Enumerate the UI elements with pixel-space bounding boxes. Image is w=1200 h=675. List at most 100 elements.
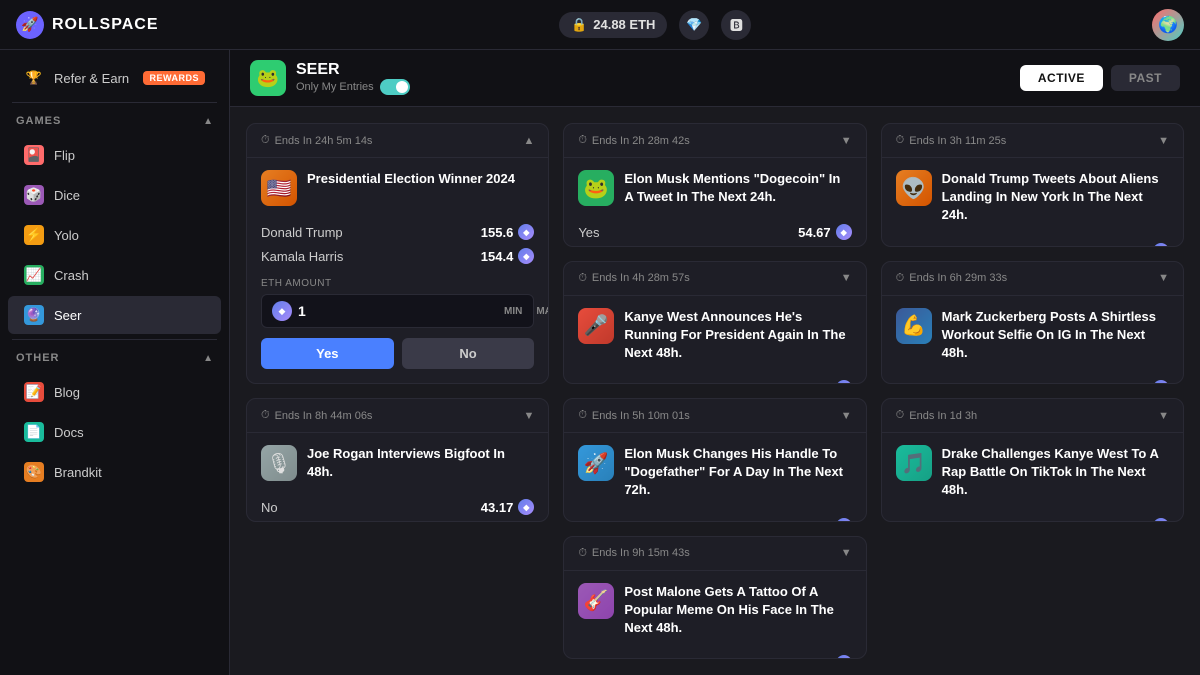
- card2-title-row: 🐸 Elon Musk Mentions "Dogecoin" In A Twe…: [578, 170, 851, 206]
- games-section-header[interactable]: GAMES ▲: [0, 107, 229, 135]
- card5-body: 🚀 Elon Musk Changes His Handle To "Dogef…: [564, 433, 865, 522]
- card9-body: 🎵 Drake Challenges Kanye West To A Rap B…: [882, 433, 1183, 522]
- card6-chevron[interactable]: ▼: [1158, 272, 1169, 284]
- card6-header: ⏱ Ends In 6h 29m 33s ▼: [882, 262, 1183, 296]
- sidebar-item-yolo[interactable]: ⚡ Yolo: [8, 216, 221, 254]
- card9-timer-text: Ends In 1d 3h: [909, 410, 977, 422]
- card6-option-0: Yes 64.21 ◆: [896, 376, 1169, 384]
- card1-opt0-label: Donald Trump: [261, 225, 343, 240]
- card4-avatar: 🎤: [578, 308, 614, 344]
- card4-opt0-label: Yes: [578, 381, 599, 384]
- sidebar: 🏆 Refer & Earn REWARDS GAMES ▲ 🎴 Flip 🎲 …: [0, 50, 230, 675]
- timer-icon-8: ⏱: [578, 547, 587, 560]
- eth-dot-4a: ◆: [836, 380, 852, 384]
- card1-option-0: Donald Trump 155.6 ◆: [261, 220, 534, 244]
- gem-button[interactable]: 💎: [679, 10, 709, 40]
- eth-input-field[interactable]: [298, 303, 494, 319]
- vote-no-button[interactable]: No: [402, 338, 535, 369]
- header: 🚀 ROLLSPACE 🔒 24.88 ETH 💎 🅱 🌍: [0, 0, 1200, 50]
- sidebar-item-seer[interactable]: 🔮 Seer: [8, 296, 221, 334]
- sidebar-item-dice[interactable]: 🎲 Dice: [8, 176, 221, 214]
- card7-timer-text: Ends In 8h 44m 06s: [275, 410, 373, 422]
- eth-dot-1a: ◆: [518, 224, 534, 240]
- card8-title-row: 🎸 Post Malone Gets A Tattoo Of A Popular…: [578, 583, 851, 638]
- logo-icon: 🚀: [16, 11, 44, 39]
- card7-chevron[interactable]: ▼: [523, 410, 534, 422]
- card6-body: 💪 Mark Zuckerberg Posts A Shirtless Work…: [882, 296, 1183, 385]
- seer-icon: 🔮: [24, 305, 44, 325]
- vote-yes-button[interactable]: Yes: [261, 338, 394, 369]
- card2-opt0-num: 54.67: [798, 225, 831, 240]
- card4-chevron[interactable]: ▼: [841, 272, 852, 284]
- card5-title-row: 🚀 Elon Musk Changes His Handle To "Dogef…: [578, 445, 851, 500]
- card9-avatar: 🎵: [896, 445, 932, 481]
- cards-grid: ⏱ Ends In 24h 5m 14s ▲ 🇺🇸 Presidential E…: [230, 107, 1200, 675]
- card-post-malone: ⏱ Ends In 9h 15m 43s ▼ 🎸 Post Malone Get…: [563, 536, 866, 660]
- card3-title: Donald Trump Tweets About Aliens Landing…: [942, 170, 1169, 225]
- card9-chevron[interactable]: ▼: [1158, 410, 1169, 422]
- card7-title-row: 🎙 Joe Rogan Interviews Bigfoot In 48h.: [261, 445, 534, 481]
- card4-timer-text: Ends In 4h 28m 57s: [592, 272, 690, 284]
- sidebar-item-crash[interactable]: 📈 Crash: [8, 256, 221, 294]
- card2-chevron[interactable]: ▼: [841, 135, 852, 147]
- timer-icon-1: ⏱: [261, 134, 270, 147]
- card1-option-1: Kamala Harris 154.4 ◆: [261, 244, 534, 268]
- card3-chevron[interactable]: ▼: [1158, 135, 1169, 147]
- card6-title: Mark Zuckerberg Posts A Shirtless Workou…: [942, 308, 1169, 363]
- min-btn[interactable]: MIN: [500, 304, 526, 319]
- eth-input-icon: ◆: [272, 301, 292, 321]
- card6-opt0-label: Yes: [896, 381, 917, 384]
- other-chevron: ▲: [203, 353, 213, 364]
- other-section-header[interactable]: OTHER ▲: [0, 344, 229, 372]
- blog-icon: 📝: [24, 382, 44, 402]
- header-center: 🔒 24.88 ETH 💎 🅱: [559, 10, 751, 40]
- card1-chevron-up[interactable]: ▲: [523, 135, 534, 147]
- card3-opt0-num: 45.11: [1116, 243, 1148, 246]
- card3-timer-text: Ends In 3h 11m 25s: [909, 135, 1006, 147]
- games-label: GAMES: [16, 115, 61, 127]
- card1-opt0-value: 155.6 ◆: [481, 224, 535, 240]
- card8-chevron[interactable]: ▼: [841, 547, 852, 559]
- card5-avatar: 🚀: [578, 445, 614, 481]
- card8-timer: ⏱ Ends In 9h 15m 43s: [578, 547, 689, 560]
- card8-opt0-num: 73.13: [798, 656, 831, 659]
- card2-timer: ⏱ Ends In 2h 28m 42s: [578, 134, 689, 147]
- tab-past[interactable]: PAST: [1111, 65, 1180, 91]
- other-label: OTHER: [16, 352, 60, 364]
- card4-title-row: 🎤 Kanye West Announces He's Running For …: [578, 308, 851, 363]
- card8-header: ⏱ Ends In 9h 15m 43s ▼: [564, 537, 865, 571]
- card-drake: ⏱ Ends In 1d 3h ▼ 🎵 Drake Challenges Kan…: [881, 398, 1184, 522]
- user-avatar[interactable]: 🌍: [1152, 9, 1184, 41]
- card2-body: 🐸 Elon Musk Mentions "Dogecoin" In A Twe…: [564, 158, 865, 247]
- card7-opt0-val: 43.17 ◆: [481, 499, 535, 515]
- b-button[interactable]: 🅱: [721, 10, 751, 40]
- sidebar-item-docs[interactable]: 📄 Docs: [8, 413, 221, 451]
- card2-option-1: No 24.89 ◆: [578, 244, 851, 246]
- eth-dot-5a: ◆: [836, 518, 852, 522]
- only-my-entries-text: Only My Entries: [296, 81, 374, 93]
- sidebar-divider-1: [12, 102, 217, 103]
- main-layout: 🏆 Refer & Earn REWARDS GAMES ▲ 🎴 Flip 🎲 …: [0, 50, 1200, 675]
- card6-timer-text: Ends In 6h 29m 33s: [909, 272, 1007, 284]
- sidebar-item-blog[interactable]: 📝 Blog: [8, 373, 221, 411]
- card-presidential: ⏱ Ends In 24h 5m 14s ▲ 🇺🇸 Presidential E…: [246, 123, 549, 384]
- max-btn[interactable]: MAX: [532, 304, 549, 319]
- card1-opt1-value: 154.4 ◆: [481, 248, 535, 264]
- card6-avatar: 💪: [896, 308, 932, 344]
- card1-timer: ⏱ Ends In 24h 5m 14s: [261, 134, 372, 147]
- brandkit-label: Brandkit: [54, 465, 205, 480]
- card9-opt0-label: Yes: [896, 518, 917, 521]
- only-my-entries-toggle[interactable]: [380, 79, 410, 95]
- eth-dot-3a: ◆: [1153, 243, 1169, 247]
- card4-timer: ⏱ Ends In 4h 28m 57s: [578, 272, 689, 285]
- card3-header: ⏱ Ends In 3h 11m 25s ▼: [882, 124, 1183, 158]
- tab-active[interactable]: ACTIVE: [1020, 65, 1103, 91]
- sidebar-item-refer-earn[interactable]: 🏆 Refer & Earn REWARDS: [8, 59, 221, 97]
- timer-icon-7: ⏱: [261, 409, 270, 422]
- sidebar-divider-2: [12, 339, 217, 340]
- card3-title-row: 👽 Donald Trump Tweets About Aliens Landi…: [896, 170, 1169, 225]
- sidebar-item-brandkit[interactable]: 🎨 Brandkit: [8, 453, 221, 491]
- card5-chevron[interactable]: ▼: [841, 410, 852, 422]
- card4-header: ⏱ Ends In 4h 28m 57s ▼: [564, 262, 865, 296]
- sidebar-item-flip[interactable]: 🎴 Flip: [8, 136, 221, 174]
